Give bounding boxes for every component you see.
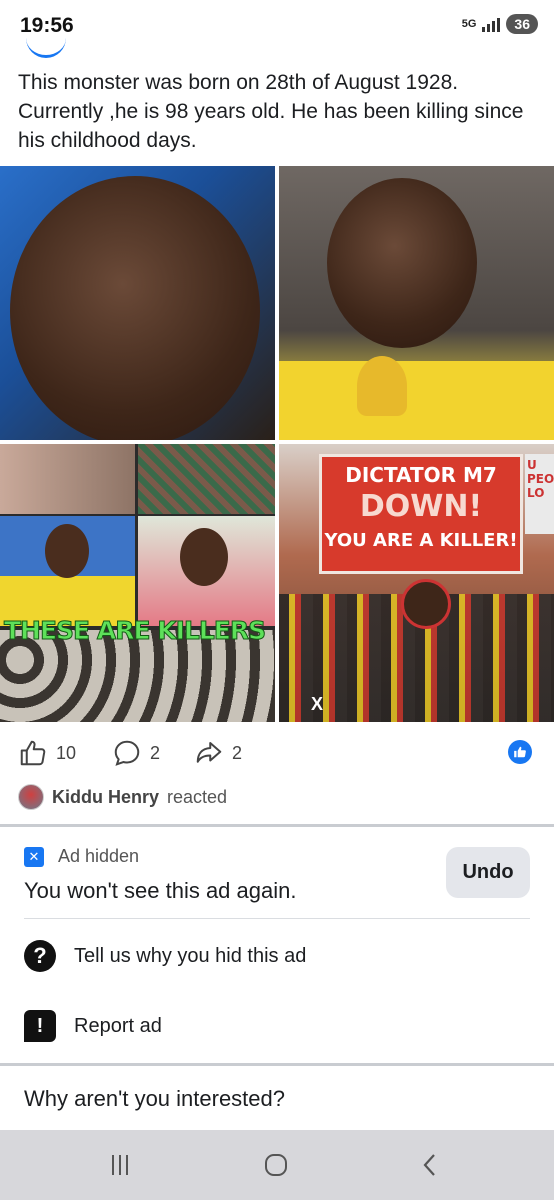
recents-icon (112, 1155, 128, 1175)
report-icon: ! (24, 1010, 56, 1042)
system-nav-bar (0, 1130, 554, 1200)
battery-level: 36 (506, 14, 538, 34)
status-indicators: 5G 36 (462, 14, 538, 34)
section-divider (0, 1063, 554, 1066)
status-bar: 19:56 5G 36 (0, 0, 554, 52)
sign-line-3: YOU ARE A KILLER! (324, 530, 518, 551)
section-divider (0, 824, 554, 827)
protest-sign: DICTATOR M7 DOWN! YOU ARE A KILLER! (319, 454, 523, 574)
reactor-name[interactable]: Kiddu Henry (52, 787, 159, 808)
home-button[interactable] (256, 1150, 296, 1180)
tell-us-why-label: Tell us why you hid this ad (74, 944, 307, 967)
like-reaction-icon[interactable] (508, 740, 532, 764)
sign-line-1: DICTATOR M7 (345, 463, 497, 487)
reacted-row[interactable]: Kiddu Henry reacted (18, 784, 227, 810)
share-icon (196, 742, 222, 763)
comment-button[interactable]: 2 (112, 738, 160, 768)
signal-icon (482, 16, 501, 32)
why-not-interested[interactable]: Why aren't you interested? (24, 1086, 285, 1112)
report-ad-label: Report ad (74, 1014, 162, 1037)
post-photo-1[interactable] (0, 166, 275, 440)
post-image-collage[interactable]: THESE ARE KILLERS DICTATOR M7 DOWN! YOU … (0, 166, 554, 722)
post-actions: 10 2 2 (0, 730, 554, 774)
reacted-suffix: reacted (167, 786, 228, 807)
comment-count: 2 (150, 742, 161, 763)
portrait-face (10, 176, 260, 440)
collage-tile (0, 444, 135, 514)
like-count: 10 (56, 742, 77, 763)
portrait-face (45, 524, 89, 578)
author-avatar[interactable] (26, 38, 66, 58)
back-icon (423, 1154, 435, 1176)
status-time: 19:56 (20, 14, 74, 37)
home-icon (265, 1154, 287, 1176)
collage-tile (138, 516, 275, 626)
side-sign: U PEO LO (525, 454, 554, 534)
collage-overlay-text: THESE ARE KILLERS (3, 616, 266, 646)
portrait-face (401, 579, 451, 629)
ad-hidden-label: Ad hidden (58, 846, 140, 866)
post-photo-2[interactable] (279, 166, 554, 440)
recents-button[interactable] (100, 1150, 140, 1180)
microphone-icon (357, 356, 407, 416)
share-button[interactable]: 2 (194, 738, 242, 768)
comment-icon (114, 740, 140, 766)
portrait-face (327, 178, 477, 348)
share-count: 2 (232, 742, 243, 763)
back-button[interactable] (410, 1150, 450, 1180)
x-watermark: X (311, 694, 324, 714)
tell-us-why-button[interactable]: ? Tell us why you hid this ad (24, 940, 306, 972)
portrait-face (180, 528, 228, 586)
collage-tile (138, 444, 275, 514)
like-button[interactable]: 10 (18, 738, 76, 768)
ad-hidden-title: You won't see this ad again. (24, 878, 297, 903)
ad-hidden-label-row: ✕ Ad hidden (24, 846, 139, 867)
undo-button[interactable]: Undo (446, 847, 530, 898)
thumbs-up-icon (20, 740, 46, 766)
yellow-shirt (279, 361, 554, 440)
post-text: This monster was born on 28th of August … (18, 71, 524, 152)
report-ad-button[interactable]: ! Report ad (24, 1010, 162, 1042)
collage-tile (0, 516, 135, 626)
question-icon: ? (24, 940, 56, 972)
sign-line-2: DOWN! (359, 489, 483, 524)
reactor-avatar (18, 784, 44, 810)
network-type: 5G (461, 18, 477, 30)
post-photo-4[interactable]: DICTATOR M7 DOWN! YOU ARE A KILLER! U PE… (279, 444, 554, 722)
divider (24, 918, 530, 919)
close-icon: ✕ (24, 846, 44, 867)
post-photo-3[interactable]: THESE ARE KILLERS (0, 444, 275, 722)
